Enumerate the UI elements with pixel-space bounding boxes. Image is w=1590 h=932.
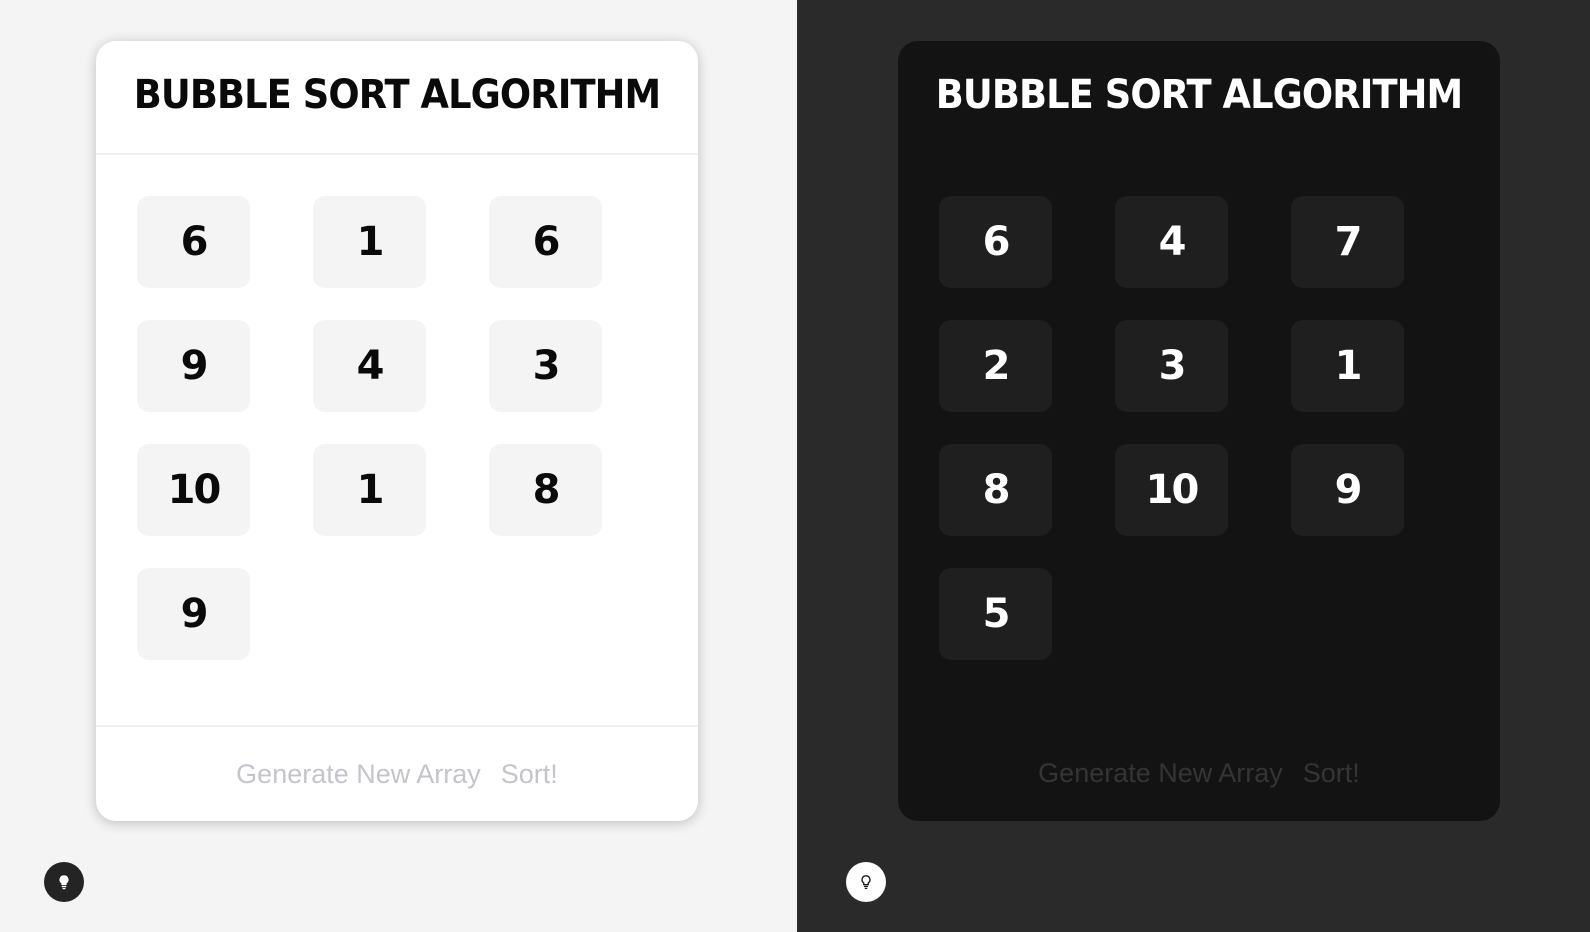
array-cell: 3	[489, 320, 602, 412]
sort-button[interactable]: Sort!	[501, 759, 558, 790]
card-footer: Generate New Array Sort!	[96, 725, 698, 821]
card-header: BUBBLE SORT ALGORITHM	[898, 41, 1500, 155]
array-cell: 7	[1291, 196, 1404, 288]
array-cell: 8	[489, 444, 602, 536]
generate-array-button[interactable]: Generate New Array	[1038, 758, 1283, 789]
array-cell: 10	[1115, 444, 1228, 536]
lightbulb-icon	[59, 875, 69, 890]
array-cell: 1	[313, 444, 426, 536]
card-title: BUBBLE SORT ALGORITHM	[133, 72, 661, 118]
array-cell: 1	[1291, 320, 1404, 412]
dark-theme-pane: BUBBLE SORT ALGORITHM 6 4 7 2 3 1 8 10 9…	[797, 0, 1590, 932]
array-cell: 10	[137, 444, 250, 536]
card-title: BUBBLE SORT ALGORITHM	[935, 72, 1463, 118]
array-cell: 9	[137, 320, 250, 412]
lightbulb-icon	[861, 875, 871, 889]
theme-toggle-button[interactable]	[846, 862, 886, 902]
array-cell: 6	[939, 196, 1052, 288]
light-theme-pane: BUBBLE SORT ALGORITHM 6 1 6 9 4 3 10 1 8…	[0, 0, 797, 932]
array-cell: 2	[939, 320, 1052, 412]
generate-array-button[interactable]: Generate New Array	[236, 759, 481, 790]
array-cell: 6	[489, 196, 602, 288]
card-footer: Generate New Array Sort!	[898, 725, 1500, 821]
array-cell: 4	[1115, 196, 1228, 288]
array-cell: 3	[1115, 320, 1228, 412]
sort-button[interactable]: Sort!	[1303, 758, 1360, 789]
array-cell: 8	[939, 444, 1052, 536]
sort-card: BUBBLE SORT ALGORITHM 6 4 7 2 3 1 8 10 9…	[898, 41, 1500, 821]
array-cell: 1	[313, 196, 426, 288]
array-cell: 6	[137, 196, 250, 288]
array-cell: 5	[939, 568, 1052, 660]
array-cell: 9	[1291, 444, 1404, 536]
theme-toggle-button[interactable]	[44, 862, 84, 902]
card-header: BUBBLE SORT ALGORITHM	[96, 41, 698, 155]
array-cell: 4	[313, 320, 426, 412]
array-cell: 9	[137, 568, 250, 660]
sort-card: BUBBLE SORT ALGORITHM 6 1 6 9 4 3 10 1 8…	[96, 41, 698, 821]
